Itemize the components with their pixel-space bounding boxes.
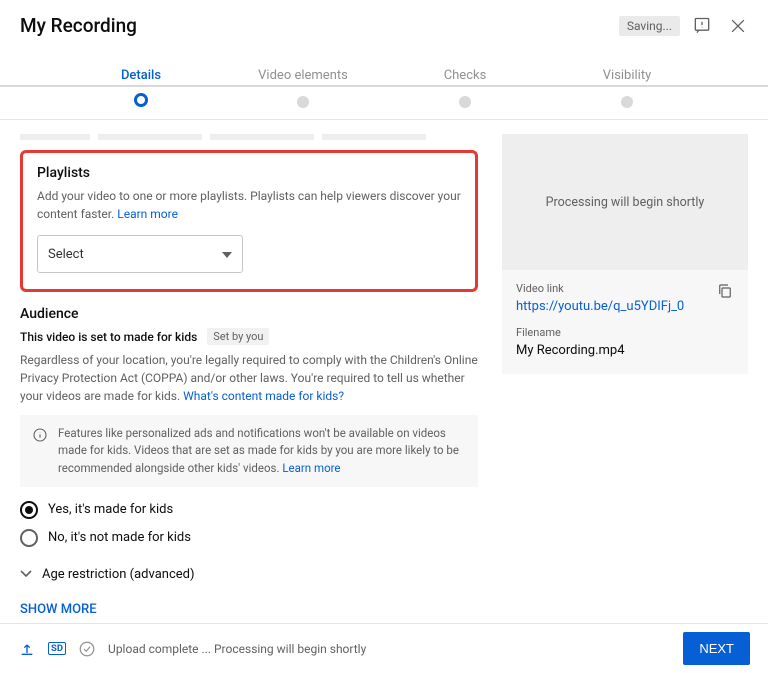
video-link-label: Video link <box>516 282 708 295</box>
step-dot-active <box>134 93 148 107</box>
audience-content-link[interactable]: What's content made for kids? <box>183 389 344 403</box>
step-label: Video elements <box>222 68 384 83</box>
step-dot <box>459 96 471 108</box>
playlists-learn-more-link[interactable]: Learn more <box>117 207 178 221</box>
info-icon <box>32 427 48 443</box>
thumbnail-row <box>20 134 478 140</box>
page-title: My Recording <box>20 14 619 37</box>
playlists-description: Add your video to one or more playlists.… <box>37 187 461 223</box>
thumbnail-placeholder <box>210 134 314 140</box>
audience-description: Regardless of your location, you're lega… <box>20 351 478 405</box>
video-link-value[interactable]: https://youtu.be/q_u5YDIFj_0 <box>516 299 708 314</box>
audience-info-link[interactable]: Learn more <box>282 461 340 475</box>
saving-status-badge: Saving... <box>619 16 680 36</box>
close-icon[interactable] <box>728 16 748 36</box>
step-video-elements[interactable]: Video elements <box>222 68 384 119</box>
step-label: Details <box>60 68 222 83</box>
processing-text: Processing will begin shortly <box>546 195 705 210</box>
filename-label: Filename <box>516 326 734 339</box>
video-preview-box: Processing will begin shortly <box>502 134 748 270</box>
thumbnail-placeholder <box>98 134 202 140</box>
step-label: Checks <box>384 68 546 83</box>
radio-made-for-kids-no[interactable]: No, it's not made for kids <box>20 529 478 547</box>
playlists-section: Playlists Add your video to one or more … <box>20 150 478 292</box>
playlist-select[interactable]: Select <box>37 235 243 273</box>
check-icon <box>78 640 96 658</box>
age-restriction-label: Age restriction (advanced) <box>42 567 195 582</box>
audience-info-text: Features like personalized ads and notif… <box>58 426 459 475</box>
step-visibility[interactable]: Visibility <box>546 68 708 119</box>
feedback-icon[interactable] <box>692 16 712 36</box>
audience-info-box: Features like personalized ads and notif… <box>20 415 478 487</box>
radio-icon <box>20 529 38 547</box>
stepper: Details Video elements Checks Visibility <box>0 52 768 120</box>
step-dot <box>297 96 309 108</box>
playlist-select-label: Select <box>48 247 84 262</box>
chevron-down-icon <box>20 567 32 582</box>
dialog-header: My Recording Saving... <box>0 0 768 52</box>
thumbnail-placeholder <box>322 134 426 140</box>
radio-label: No, it's not made for kids <box>48 530 191 545</box>
sd-badge: SD <box>48 642 66 656</box>
next-button[interactable]: NEXT <box>683 632 750 665</box>
video-meta-box: Video link https://youtu.be/q_u5YDIFj_0 … <box>502 270 748 374</box>
radio-icon-selected <box>20 501 38 519</box>
step-dot <box>621 96 633 108</box>
playlists-desc-text: Add your video to one or more playlists.… <box>37 189 461 221</box>
audience-set-label: This video is set to made for kids <box>20 330 197 344</box>
audience-title: Audience <box>20 306 478 322</box>
thumbnail-placeholder <box>20 134 90 140</box>
radio-label: Yes, it's made for kids <box>48 502 173 517</box>
set-by-badge: Set by you <box>207 328 269 345</box>
upload-icon <box>18 641 36 657</box>
step-details[interactable]: Details <box>60 68 222 119</box>
chevron-down-icon <box>222 247 232 262</box>
upload-status-text: Upload complete ... Processing will begi… <box>108 642 671 656</box>
radio-made-for-kids-yes[interactable]: Yes, it's made for kids <box>20 501 478 519</box>
step-checks[interactable]: Checks <box>384 68 546 119</box>
age-restriction-toggle[interactable]: Age restriction (advanced) <box>20 567 478 582</box>
audience-section: Audience This video is set to made for k… <box>20 306 478 637</box>
step-label: Visibility <box>546 68 708 83</box>
dialog-footer: SD Upload complete ... Processing will b… <box>0 623 768 673</box>
copy-link-button[interactable] <box>716 282 734 300</box>
filename-value: My Recording.mp4 <box>516 343 734 358</box>
show-more-button[interactable]: SHOW MORE <box>20 602 478 617</box>
playlists-title: Playlists <box>37 165 461 181</box>
